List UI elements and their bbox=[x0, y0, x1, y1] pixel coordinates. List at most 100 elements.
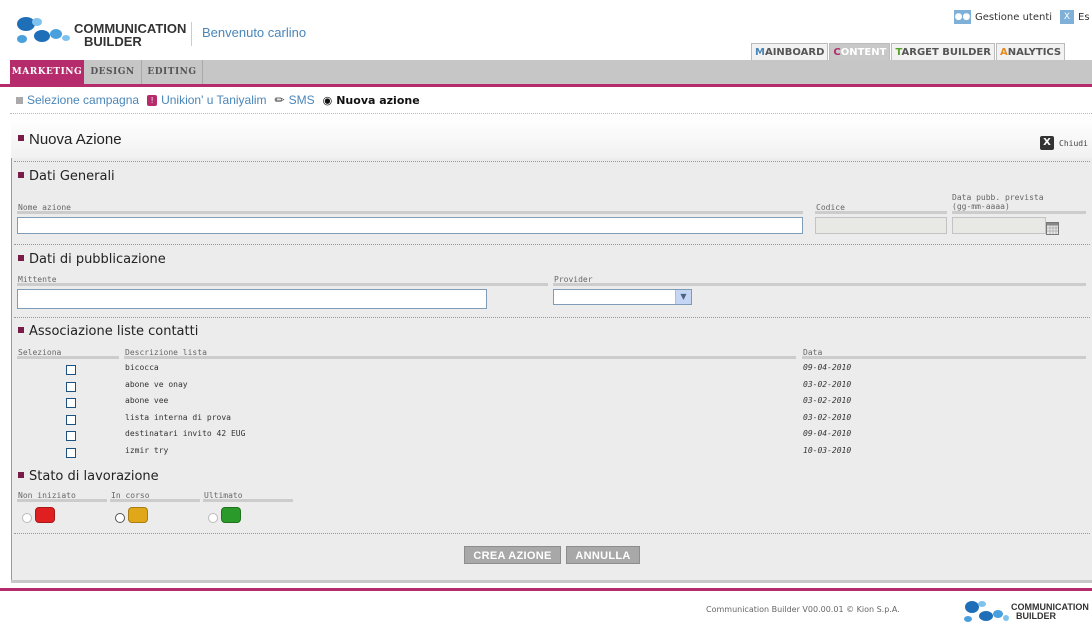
square-bullet-icon bbox=[18, 254, 24, 261]
logo-dots-icon bbox=[964, 601, 1009, 622]
status-radio[interactable] bbox=[22, 513, 32, 523]
header-logo bbox=[12, 14, 72, 46]
main-tab-initial: A bbox=[999, 47, 1008, 58]
footer-logo bbox=[960, 598, 1010, 624]
divider bbox=[14, 161, 1090, 162]
breadcrumb-channel[interactable]: SMS bbox=[289, 93, 315, 107]
field-underline bbox=[124, 356, 796, 359]
list-description: abone vee bbox=[125, 396, 169, 405]
divider bbox=[14, 533, 1090, 534]
list-description: bicocca bbox=[125, 363, 159, 372]
square-bullet-icon bbox=[18, 171, 24, 178]
data-pubblicazione-label: Data pubb. prevista (gg-mm-aaaa) bbox=[952, 193, 1044, 211]
square-bullet-icon bbox=[16, 96, 23, 104]
main-tab-initial: M bbox=[755, 47, 765, 58]
logo-dots-icon bbox=[17, 17, 70, 43]
phone-icon: ✏ bbox=[274, 93, 285, 107]
list-date: 03-02-2010 bbox=[803, 380, 852, 389]
field-underline bbox=[17, 499, 107, 502]
field-underline bbox=[17, 356, 119, 359]
cancel-button[interactable]: ANNULLA bbox=[566, 546, 640, 564]
list-select-checkbox[interactable] bbox=[66, 382, 76, 392]
provider-select[interactable]: ▼ bbox=[553, 289, 692, 305]
data-pubblicazione-input[interactable] bbox=[952, 217, 1046, 234]
close-icon: X bbox=[1040, 136, 1054, 150]
main-tab-label: ONTENT bbox=[840, 47, 887, 58]
main-tab-initial: C bbox=[833, 47, 841, 58]
main-tab-label: AINBOARD bbox=[764, 47, 825, 58]
exit-link[interactable]: X Es bbox=[1060, 10, 1090, 24]
list-date: 09-04-2010 bbox=[803, 363, 852, 372]
list-select-checkbox[interactable] bbox=[66, 398, 76, 408]
list-date: 10-03-2010 bbox=[803, 446, 852, 455]
list-description: abone ve onay bbox=[125, 380, 188, 389]
field-underline bbox=[203, 499, 293, 502]
main-tab-label: ARGET BUILDER bbox=[901, 47, 991, 58]
list-select-checkbox[interactable] bbox=[66, 365, 76, 375]
footer-copyright: Communication Builder V00.00.01 © Kion S… bbox=[706, 605, 900, 614]
field-underline bbox=[815, 211, 947, 214]
field-underline bbox=[802, 356, 1086, 359]
close-panel-button[interactable]: X Chiudi bbox=[1040, 136, 1088, 150]
nome-azione-input[interactable] bbox=[17, 217, 803, 234]
list-date: 03-02-2010 bbox=[803, 413, 852, 422]
main-tab-0[interactable]: MAINBOARD bbox=[751, 43, 829, 61]
footer-accent-line bbox=[0, 588, 1092, 591]
list-description: lista interna di prova bbox=[125, 413, 231, 422]
section-title-lists: Associazione liste contatti bbox=[18, 324, 198, 339]
list-select-checkbox[interactable] bbox=[66, 448, 76, 458]
main-tab-1[interactable]: CONTENT bbox=[829, 43, 891, 61]
panel-bottom-border bbox=[11, 580, 1092, 583]
sub-tab-bar: MARKETING DESIGN EDITING bbox=[10, 60, 1092, 84]
main-tab-2[interactable]: TARGET BUILDER bbox=[891, 43, 995, 61]
header-divider bbox=[191, 22, 192, 46]
panel-header bbox=[11, 118, 1092, 158]
list-description: izmir try bbox=[125, 446, 169, 455]
status-color-icon bbox=[221, 507, 241, 523]
field-underline bbox=[952, 211, 1086, 214]
list-description: destinatari invito 42 EUG bbox=[125, 429, 246, 438]
main-tabs: MAINBOARD CONTENT TARGET BUILDER ANALYTICS bbox=[751, 43, 1066, 61]
close-icon: X bbox=[1060, 10, 1074, 24]
chevron-down-icon[interactable]: ▼ bbox=[675, 290, 691, 304]
logo-title: COMMUNICATION BUILDER bbox=[74, 21, 187, 49]
square-bullet-icon bbox=[18, 326, 24, 333]
main-tab-label: NALYTICS bbox=[1007, 47, 1062, 58]
welcome-text: Benvenuto carlino bbox=[202, 25, 307, 40]
field-underline bbox=[553, 283, 1086, 286]
field-underline bbox=[110, 499, 200, 502]
field-underline bbox=[17, 211, 803, 214]
tab-design[interactable]: DESIGN bbox=[84, 60, 142, 84]
tab-editing[interactable]: EDITING bbox=[142, 60, 203, 84]
list-select-checkbox[interactable] bbox=[66, 431, 76, 441]
user-management-link[interactable]: ●● Gestione utenti bbox=[954, 10, 1052, 24]
section-title-publication: Dati di pubblicazione bbox=[18, 252, 166, 267]
panel-title: Nuova Azione bbox=[18, 131, 122, 148]
divider bbox=[14, 244, 1090, 245]
status-radio[interactable] bbox=[115, 513, 125, 523]
section-title-general: Dati Generali bbox=[18, 169, 115, 184]
tab-marketing[interactable]: MARKETING bbox=[10, 60, 84, 84]
footer-logo-text: COMMUNICATION BUILDER bbox=[1011, 602, 1089, 621]
breadcrumb-divider bbox=[10, 113, 1092, 114]
target-icon: ◉ bbox=[322, 94, 333, 107]
calendar-icon[interactable] bbox=[1046, 220, 1059, 235]
divider bbox=[14, 317, 1090, 318]
header-accent-line bbox=[0, 84, 1092, 87]
breadcrumb-campaign[interactable]: Selezione campagna bbox=[27, 93, 139, 107]
breadcrumb-current: Nuova azione bbox=[336, 93, 420, 107]
main-tab-3[interactable]: ANALYTICS bbox=[995, 43, 1066, 61]
create-action-button[interactable]: CREA AZIONE bbox=[464, 546, 561, 564]
status-color-icon bbox=[35, 507, 55, 523]
field-underline bbox=[17, 283, 548, 286]
status-color-icon bbox=[128, 507, 148, 523]
square-bullet-icon bbox=[18, 471, 24, 478]
status-radio[interactable] bbox=[208, 513, 218, 523]
section-title-status: Stato di lavorazione bbox=[18, 469, 159, 484]
mittente-input[interactable] bbox=[17, 289, 487, 309]
list-select-checkbox[interactable] bbox=[66, 415, 76, 425]
square-bullet-icon bbox=[18, 135, 24, 142]
breadcrumb-item[interactable]: Unikion' u Taniyalim bbox=[161, 93, 266, 107]
codice-input[interactable] bbox=[815, 217, 947, 234]
list-date: 03-02-2010 bbox=[803, 396, 852, 405]
